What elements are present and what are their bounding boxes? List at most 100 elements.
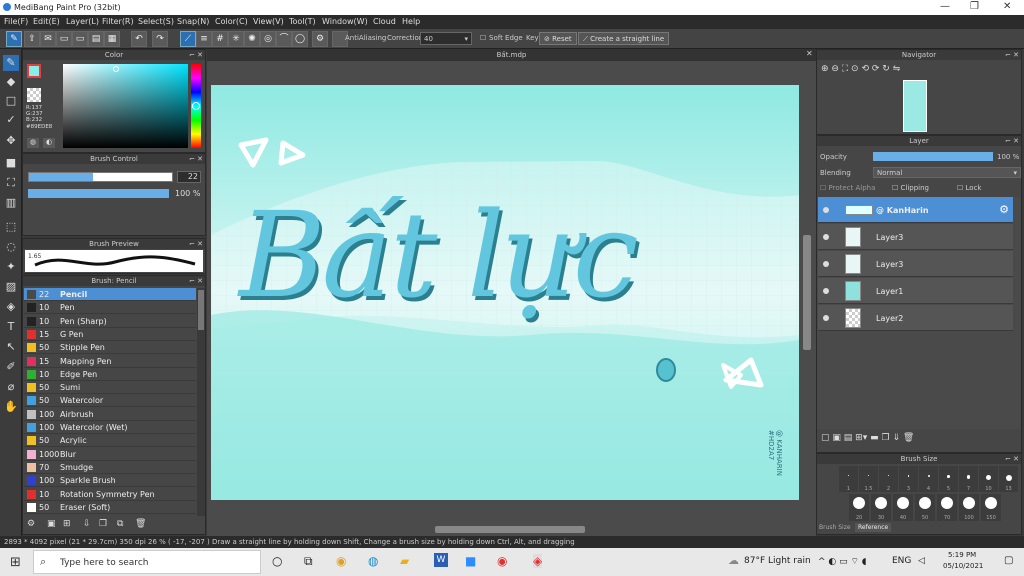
fill-rect-tool-icon[interactable]: ■ (3, 155, 19, 171)
eraser-tool-icon[interactable]: ◆ (3, 74, 19, 90)
visibility-icon[interactable] (823, 234, 829, 240)
tab-reference[interactable]: Reference (855, 523, 892, 532)
layer-row[interactable]: Layer2 (818, 305, 1013, 331)
eyedropper-tool-icon[interactable]: ⌀ (3, 379, 19, 395)
brush-size-preset[interactable]: 7 (959, 466, 978, 492)
layer-row[interactable]: Layer3 (818, 224, 1013, 250)
layer-row[interactable]: @ KanHarin ⚙ (818, 197, 1013, 223)
crisscross-snap-icon[interactable]: # (212, 31, 228, 47)
merge-down-icon[interactable]: ⇓ (892, 433, 900, 443)
circle-snap-icon[interactable]: ◎ (260, 31, 276, 47)
brush-list-item[interactable]: 70 Smudge (24, 461, 196, 474)
duplicate-layer-icon[interactable]: ❐ (882, 433, 890, 443)
cortana-icon[interactable]: ○ (272, 554, 282, 568)
foreground-color-swatch[interactable] (27, 64, 41, 78)
brush-list-item[interactable]: 100 Sparkle Brush (24, 474, 196, 488)
rectangle-tool-icon[interactable]: □ (3, 93, 19, 109)
close-icon[interactable]: ⌐ ✕ (189, 239, 203, 249)
menu-cloud[interactable]: Cloud (373, 17, 396, 26)
brush-size-preset[interactable]: 70 (937, 494, 957, 521)
brush-size-preset[interactable]: 4 (919, 466, 938, 492)
menu-help[interactable]: Help (402, 17, 420, 26)
copy-brush-icon[interactable]: ⧉ (117, 519, 123, 529)
brush-list-item[interactable]: 50 Acrylic (24, 434, 196, 448)
brush-size-preset[interactable]: 20 (849, 494, 869, 521)
speech-icon[interactable]: ▭ (56, 31, 72, 47)
word-icon[interactable]: W (434, 553, 448, 567)
menu-view[interactable]: View(V) (253, 17, 284, 26)
brush-tool-icon[interactable]: ✎ (3, 55, 19, 71)
add-brush-icon[interactable]: ⊞ (63, 519, 71, 529)
snap-off-icon[interactable]: ⟋ (180, 31, 196, 47)
menu-window[interactable]: Window(W) (322, 17, 368, 26)
visibility-icon[interactable] (823, 288, 829, 294)
brush-list-item[interactable]: 1000 Blur (24, 448, 196, 461)
brush-list-item[interactable]: 50 Stipple Pen (24, 341, 196, 355)
layer-row[interactable]: Layer1 (818, 278, 1013, 304)
close-icon[interactable]: ⌐ ✕ (1005, 50, 1019, 60)
add-layer-menu-icon[interactable]: ⊞▾ (855, 433, 867, 443)
close-icon[interactable]: ⌐ ✕ (1005, 136, 1019, 146)
brush-size-preset[interactable]: 150 (981, 494, 1001, 521)
import-brush-icon[interactable]: ⇩ (83, 519, 91, 529)
brush-mode-icon[interactable]: ✎ (6, 31, 22, 47)
visibility-icon[interactable] (823, 315, 829, 321)
soft-edge-checkbox[interactable]: ☐ (480, 34, 486, 42)
brush-list-item[interactable]: 50 Watercolor (24, 394, 196, 408)
lasso-tool-icon[interactable]: ◌ (3, 239, 19, 255)
notifications-icon[interactable]: ▢ (1004, 555, 1013, 566)
delete-brush-icon[interactable]: 🗑 (135, 519, 146, 529)
redo-icon[interactable]: ↷ (152, 31, 168, 47)
folder-icon[interactable]: ▬ (870, 433, 879, 443)
maximize-button[interactable]: ❐ (970, 1, 979, 12)
saturation-value-picker[interactable] (63, 64, 188, 148)
select-eraser-tool-icon[interactable]: ◈ (3, 299, 19, 315)
navigator-thumbnail[interactable] (903, 80, 927, 132)
brush-opacity-slider[interactable] (28, 189, 169, 198)
brush-size-preset[interactable]: 30 (871, 494, 891, 521)
edge-icon[interactable]: ◍ (368, 554, 378, 568)
task-view-icon[interactable]: ⧉ (304, 554, 313, 569)
grid-icon[interactable]: ▦ (104, 31, 120, 47)
settings-icon[interactable]: ⚙ (312, 31, 328, 47)
close-icon[interactable]: ⌐ ✕ (189, 276, 203, 286)
brush-list-item[interactable]: 100 Airbrush (24, 408, 196, 421)
brush-size-slider[interactable] (28, 172, 173, 182)
brush-list-item[interactable]: 50 Sumi (24, 381, 196, 395)
zoom-in-icon[interactable]: ⊕ (821, 64, 829, 74)
gradient-tool-icon[interactable]: ▥ (3, 195, 19, 211)
divide-tool-icon[interactable]: ✐ (3, 359, 19, 375)
close-icon[interactable]: ⌐ ✕ (189, 50, 203, 60)
new-8bit-layer-icon[interactable]: ▤ (844, 433, 853, 443)
speaker-icon[interactable]: ◁ (918, 556, 925, 566)
language-indicator[interactable]: ENG (892, 556, 911, 566)
brush-settings-icon[interactable]: ⚙ (27, 519, 35, 529)
menu-color[interactable]: Color(C) (215, 17, 248, 26)
new-brush-icon[interactable]: ▣ (47, 519, 56, 529)
palette-icon[interactable]: ◐ (43, 138, 55, 148)
close-icon[interactable]: ⌐ ✕ (1005, 454, 1019, 464)
protect-alpha-checkbox[interactable]: ☐ Protect Alpha (820, 184, 875, 192)
chrome2-icon[interactable]: ◉ (497, 554, 507, 568)
brush-size-preset[interactable]: 13 (999, 466, 1018, 492)
menu-tool[interactable]: Tool(T) (289, 17, 316, 26)
canvas-vscroll[interactable] (803, 235, 811, 350)
actual-size-icon[interactable]: ⊙ (851, 64, 859, 74)
straight-line-button[interactable]: ⟋ Create a straight line (578, 32, 670, 45)
bucket-tool-icon[interactable]: ⛶ (3, 175, 19, 191)
close-button[interactable]: ✕ (1003, 1, 1011, 12)
hue-cursor[interactable] (192, 102, 200, 110)
radial-snap-icon[interactable]: ✺ (244, 31, 260, 47)
close-tab-icon[interactable]: ✕ (806, 49, 813, 58)
delete-layer-icon[interactable]: 🗑 (903, 433, 914, 443)
flip-icon[interactable]: ⇋ (893, 64, 901, 74)
chrome-icon[interactable]: ◉ (336, 554, 346, 568)
reset-rotation-icon[interactable]: ↻ (882, 64, 890, 74)
brush-size-preset[interactable]: 40 (893, 494, 913, 521)
menu-file[interactable]: File(F) (4, 17, 28, 26)
duplicate-brush-icon[interactable]: ❐ (99, 519, 107, 529)
export-icon[interactable]: ⇪ (24, 31, 40, 47)
dot-tool-icon[interactable]: ✓ (3, 112, 19, 128)
speech2-icon[interactable]: ▭ (72, 31, 88, 47)
vanishing-snap-icon[interactable]: ✳ (228, 31, 244, 47)
